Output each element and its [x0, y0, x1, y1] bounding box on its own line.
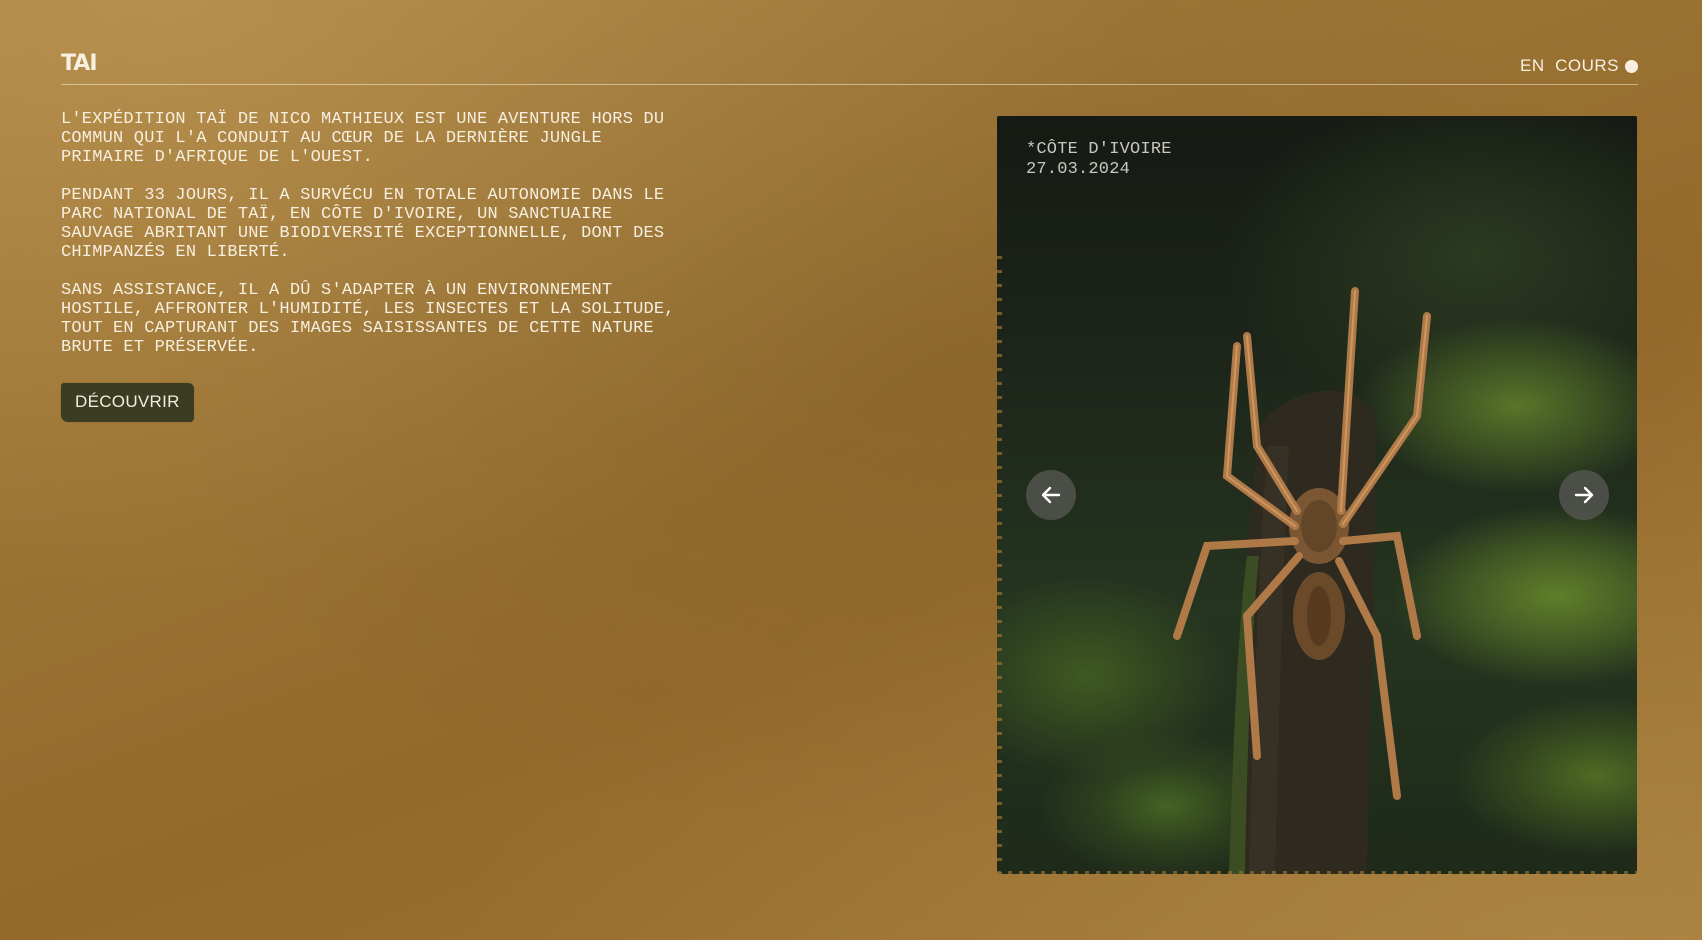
photo-carousel: *CÔTE D'IVOIRE 27.03.2024: [997, 116, 1637, 874]
status-label: EN COURS: [1520, 56, 1619, 75]
intro-text: L'EXPÉDITION TAÏ DE NICO MATHIEUX EST UN…: [61, 110, 711, 422]
next-photo-button[interactable]: [1559, 470, 1609, 520]
intro-paragraph-1: L'EXPÉDITION TAÏ DE NICO MATHIEUX EST UN…: [61, 110, 665, 167]
site-header: TAI EN COURS: [61, 50, 1638, 85]
arrow-left-icon: [1041, 486, 1061, 504]
photo-image: [1173, 287, 1431, 874]
intro-paragraph-2: PENDANT 33 JOURS, IL A SURVÉCU EN TOTALE…: [61, 186, 665, 262]
arrow-right-icon: [1574, 486, 1594, 504]
photo-date: 27.03.2024: [1026, 160, 1131, 179]
photo-caption: *CÔTE D'IVOIRE 27.03.2024: [1026, 140, 1172, 180]
photo-torn-edge: [997, 256, 1002, 874]
photo-location: *CÔTE D'IVOIRE: [1026, 140, 1172, 159]
photo-torn-edge-bottom: [997, 871, 1637, 874]
status-indicator: EN COURS: [1520, 56, 1638, 76]
dot-icon: [1625, 59, 1638, 73]
intro-paragraph-3: SANS ASSISTANCE, IL A DÛ S'ADAPTER À UN …: [61, 281, 675, 357]
previous-photo-button[interactable]: [1026, 470, 1076, 520]
logo[interactable]: TAI: [61, 53, 98, 75]
discover-button[interactable]: DÉCOUVRIR: [61, 383, 194, 422]
